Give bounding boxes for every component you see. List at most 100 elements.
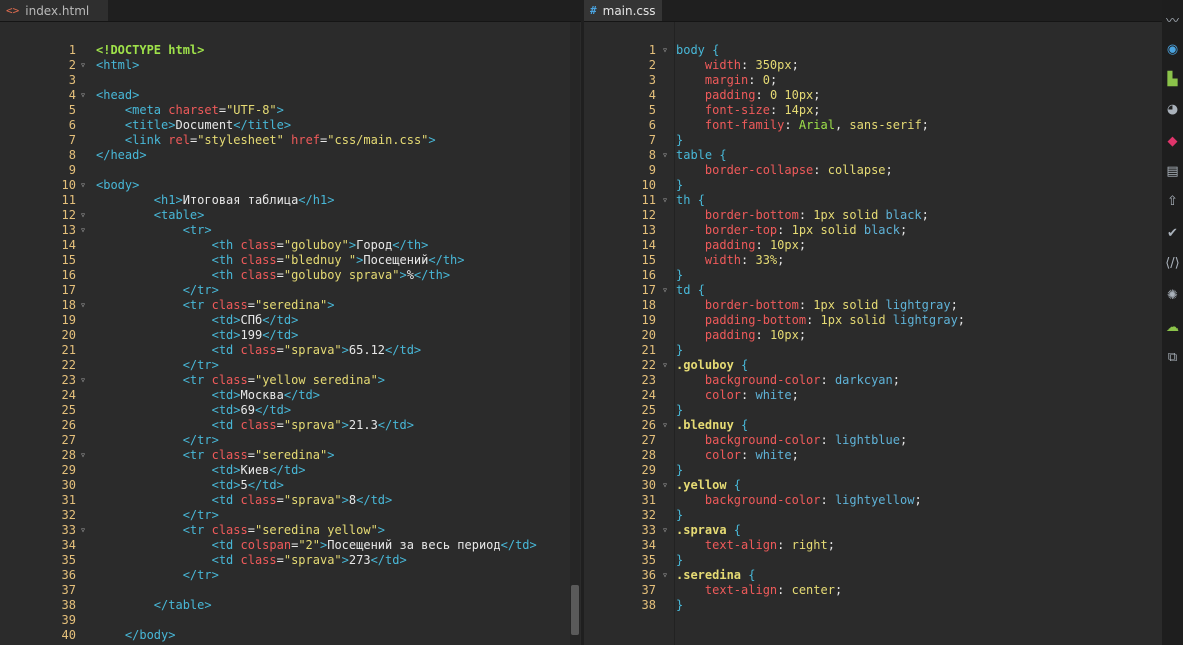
code-line[interactable]: 17 </tr> — [0, 283, 581, 298]
code-line[interactable]: 27 </tr> — [0, 433, 581, 448]
code-line[interactable]: 1 ▿ body { — [584, 43, 1162, 58]
code-line[interactable]: 5 <meta charset="UTF-8"> — [0, 103, 581, 118]
fold-toggle-icon[interactable]: ▿ — [662, 43, 672, 58]
code-line[interactable]: 3 margin: 0; — [584, 73, 1162, 88]
fold-toggle-icon[interactable]: ▿ — [80, 448, 90, 463]
code-line[interactable]: 18 ▿ <tr class="seredina"> — [0, 298, 581, 313]
code-line[interactable]: 29} — [584, 463, 1162, 478]
code-line[interactable]: 16} — [584, 268, 1162, 283]
code-line[interactable]: 14 <th class="goluboy">Город</th> — [0, 238, 581, 253]
code-line[interactable]: 36 ▿ .seredina { — [584, 568, 1162, 583]
fold-toggle-icon[interactable]: ▿ — [662, 193, 672, 208]
code-line[interactable]: 39 — [0, 613, 581, 628]
fold-toggle-icon[interactable]: ▿ — [80, 178, 90, 193]
code-line[interactable]: 24 <td>Москва</td> — [0, 388, 581, 403]
code-line[interactable]: 32} — [584, 508, 1162, 523]
fold-toggle-icon[interactable]: ▿ — [662, 148, 672, 163]
layers-icon[interactable]: ⧉ — [1162, 347, 1183, 367]
code-line[interactable]: 16 <th class="goluboy sprava">%</th> — [0, 268, 581, 283]
code-line[interactable]: 18 border-bottom: 1px solid lightgray; — [584, 298, 1162, 313]
fold-toggle-icon[interactable]: ▿ — [80, 58, 90, 73]
code-line[interactable]: 34 <td colspan="2">Посещений за весь пер… — [0, 538, 581, 553]
code-line[interactable]: 13 ▿ <tr> — [0, 223, 581, 238]
code-line[interactable]: 13 border-top: 1px solid black; — [584, 223, 1162, 238]
fold-toggle-icon[interactable]: ▿ — [80, 208, 90, 223]
fold-toggle-icon[interactable]: ▿ — [80, 223, 90, 238]
code-line[interactable]: 20 padding: 10px; — [584, 328, 1162, 343]
code-line[interactable]: 24 color: white; — [584, 388, 1162, 403]
code-line[interactable]: 23 background-color: darkcyan; — [584, 373, 1162, 388]
tab-main-css[interactable]: # main.css — [584, 0, 662, 21]
code-line[interactable]: 19 <td>СПб</td> — [0, 313, 581, 328]
code-line[interactable]: 25 <td>69</td> — [0, 403, 581, 418]
code-line[interactable]: 22 ▿ .goluboy { — [584, 358, 1162, 373]
code-line[interactable]: 26 ▿ .blednuy { — [584, 418, 1162, 433]
code-line[interactable]: 10} — [584, 178, 1162, 193]
checkmark-icon[interactable]: ✔ — [1162, 223, 1183, 243]
code-line[interactable]: 31 <td class="sprava">8</td> — [0, 493, 581, 508]
code-line[interactable]: 22 </tr> — [0, 358, 581, 373]
code-line[interactable]: 31 background-color: lightyellow; — [584, 493, 1162, 508]
left-editor-pane[interactable]: <> index.html 1 <!DOCTYPE html> 2 ▿ <html> 3 4… — [0, 0, 581, 645]
lightbulb-icon[interactable]: ✺ — [1162, 285, 1183, 305]
code-line[interactable]: 4 padding: 0 10px; — [584, 88, 1162, 103]
code-line[interactable]: 17 ▿ td { — [584, 283, 1162, 298]
fold-toggle-icon[interactable]: ▿ — [80, 298, 90, 313]
code-line[interactable]: 21 <td class="sprava">65.12</td> — [0, 343, 581, 358]
code-line[interactable]: 15 width: 33%; — [584, 253, 1162, 268]
code-line[interactable]: 26 <td class="sprava">21.3</td> — [0, 418, 581, 433]
code-line[interactable]: 28 ▿ <tr class="seredina"> — [0, 448, 581, 463]
code-line[interactable]: 12 border-bottom: 1px solid black; — [584, 208, 1162, 223]
fold-toggle-icon[interactable]: ▿ — [662, 478, 672, 493]
upload-icon[interactable]: ⇧ — [1162, 191, 1183, 211]
code-line[interactable]: 9 — [0, 163, 581, 178]
code-line[interactable]: 8 </head> — [0, 148, 581, 163]
code-line[interactable]: 9 border-collapse: collapse; — [584, 163, 1162, 178]
code-line[interactable]: 37 text-align: center; — [584, 583, 1162, 598]
code-line[interactable]: 4 ▿ <head> — [0, 88, 581, 103]
code-line[interactable]: 10 ▿ <body> — [0, 178, 581, 193]
code-line[interactable]: 2 width: 350px; — [584, 58, 1162, 73]
fold-toggle-icon[interactable]: ▿ — [662, 358, 672, 373]
code-line[interactable]: 3 — [0, 73, 581, 88]
code-line[interactable]: 37 — [0, 583, 581, 598]
code-line[interactable]: 12 ▿ <table> — [0, 208, 581, 223]
fold-toggle-icon[interactable]: ▿ — [662, 283, 672, 298]
code-line[interactable]: 38 </table> — [0, 598, 581, 613]
fold-toggle-icon[interactable]: ▿ — [80, 523, 90, 538]
code-line[interactable]: 7} — [584, 133, 1162, 148]
code-line[interactable]: 29 <td>Киев</td> — [0, 463, 581, 478]
code-line[interactable]: 8 ▿ table { — [584, 148, 1162, 163]
fold-toggle-icon[interactable]: ▿ — [662, 418, 672, 433]
git-icon[interactable]: ◆ — [1162, 131, 1183, 151]
fold-toggle-icon[interactable]: ▿ — [662, 568, 672, 583]
code-line[interactable]: 7 <link rel="stylesheet" href="css/main.… — [0, 133, 581, 148]
code-line[interactable]: 1 <!DOCTYPE html> — [0, 43, 581, 58]
code-line[interactable]: 6 <title>Document</title> — [0, 118, 581, 133]
code-line[interactable]: 33 ▿ <tr class="seredina yellow"> — [0, 523, 581, 538]
code-line[interactable]: 36 </tr> — [0, 568, 581, 583]
code-line[interactable]: 19 padding-bottom: 1px solid lightgray; — [584, 313, 1162, 328]
code-line[interactable]: 34 text-align: right; — [584, 538, 1162, 553]
activity-icon[interactable]: 〰 — [1162, 9, 1183, 29]
code-line[interactable]: 35} — [584, 553, 1162, 568]
code-line[interactable]: 2 ▿ <html> — [0, 58, 581, 73]
code-line[interactable]: 11 ▿ th { — [584, 193, 1162, 208]
eye-icon[interactable]: ◉ — [1162, 39, 1183, 59]
code-line[interactable]: 38} — [584, 598, 1162, 613]
code-line[interactable]: 27 background-color: lightblue; — [584, 433, 1162, 448]
code-line[interactable]: 23 ▿ <tr class="yellow seredina"> — [0, 373, 581, 388]
code-line[interactable]: 25} — [584, 403, 1162, 418]
html-code-area[interactable]: 1 <!DOCTYPE html> 2 ▿ <html> 3 4 ▿ <head> 5 <meta… — [0, 43, 581, 645]
plugin-icon[interactable]: ▙ — [1162, 69, 1183, 89]
code-line[interactable]: 6 font-family: Arial, sans-serif; — [584, 118, 1162, 133]
fold-toggle-icon[interactable]: ▿ — [80, 88, 90, 103]
left-scrollbar[interactable] — [570, 22, 580, 645]
code-line[interactable]: 35 <td class="sprava">273</td> — [0, 553, 581, 568]
code-line[interactable]: 5 font-size: 14px; — [584, 103, 1162, 118]
code-line[interactable]: 32 </tr> — [0, 508, 581, 523]
code-line[interactable]: 33 ▿ .sprava { — [584, 523, 1162, 538]
fold-toggle-icon[interactable]: ▿ — [80, 373, 90, 388]
code-icon[interactable]: ⟨/⟩ — [1162, 253, 1183, 273]
document-icon[interactable]: ▤ — [1162, 161, 1183, 181]
